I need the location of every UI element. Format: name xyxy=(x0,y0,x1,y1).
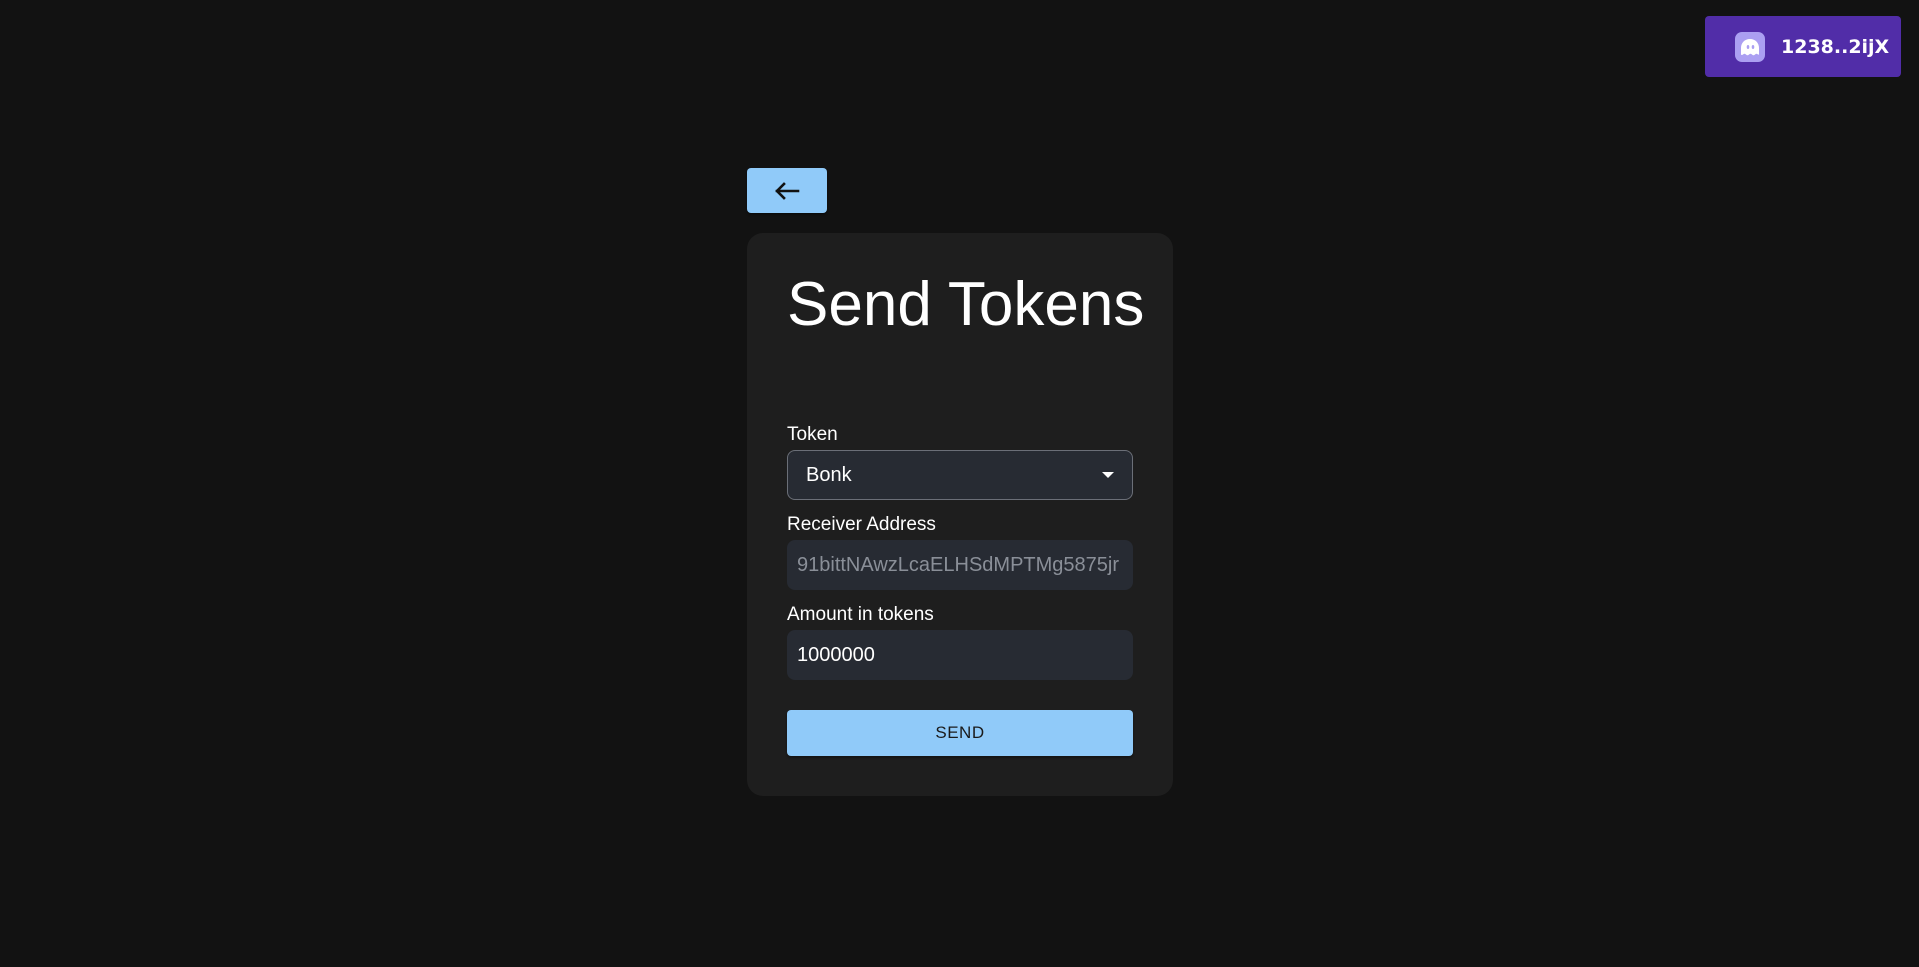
amount-label: Amount in tokens xyxy=(787,604,934,625)
phantom-ghost-icon xyxy=(1735,31,1765,62)
page: 1238..2ijX Send Tokens Token Bonk Receiv… xyxy=(0,0,1919,967)
send-tokens-card: Send Tokens Token Bonk Receiver Address … xyxy=(747,233,1173,796)
send-button[interactable]: SEND xyxy=(787,710,1133,756)
caret-down-icon xyxy=(1102,472,1114,478)
receiver-address-label: Receiver Address xyxy=(787,514,936,535)
token-select-value: Bonk xyxy=(806,463,852,486)
receiver-address-input[interactable] xyxy=(787,540,1133,590)
token-label: Token xyxy=(787,424,838,445)
arrow-left-icon xyxy=(775,181,800,200)
wallet-button[interactable]: 1238..2ijX xyxy=(1705,16,1901,77)
page-title: Send Tokens xyxy=(787,270,1145,339)
token-select[interactable]: Bonk xyxy=(787,450,1133,500)
amount-input[interactable] xyxy=(787,630,1133,680)
back-button[interactable] xyxy=(747,168,827,213)
wallet-address-label: 1238..2ijX xyxy=(1781,35,1890,58)
